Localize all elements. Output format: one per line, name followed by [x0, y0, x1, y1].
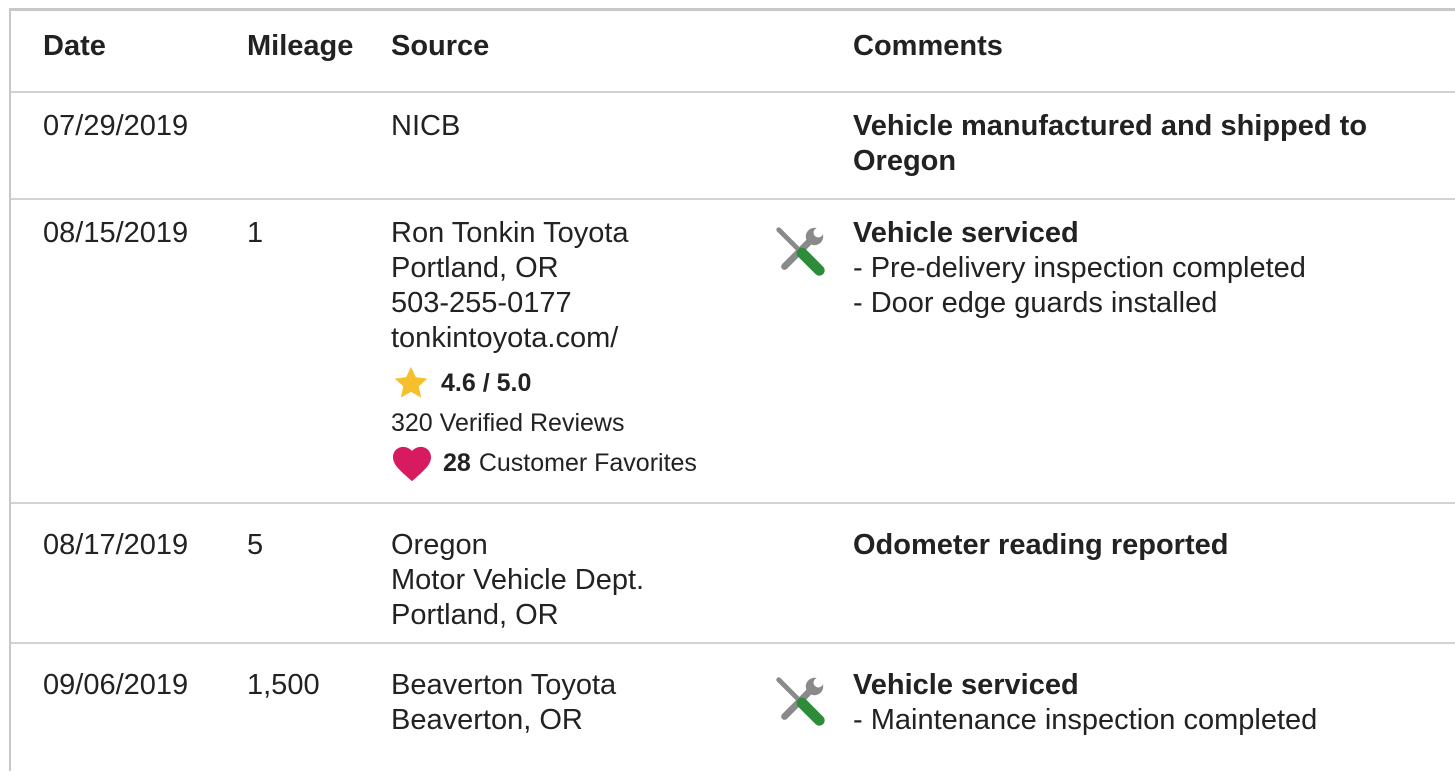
table-row: 08/17/2019 5 Oregon Motor Vehicle Dept. … [11, 504, 1455, 644]
source-line: Portland, OR [391, 599, 559, 631]
vehicle-history-table: Date Mileage Source Comments 07/29/2019 … [9, 8, 1455, 771]
dealer-rating: 4.6 / 5.0 [391, 364, 697, 402]
row-mileage: 5 [247, 529, 264, 561]
comment-item: Pre-delivery inspection completed [853, 251, 1306, 286]
row-source: Beaverton Toyota Beaverton, OR [391, 668, 616, 738]
favorites-label: Customer Favorites [478, 449, 697, 477]
source-line: NICB [391, 110, 461, 142]
star-icon [394, 366, 428, 398]
table-row: 08/15/2019 1 Ron Tonkin Toyota Portland,… [11, 200, 1455, 504]
row-comments: Vehicle serviced Pre-delivery inspection… [853, 216, 1306, 321]
header-source: Source [391, 30, 490, 62]
row-source: Ron Tonkin Toyota Portland, OR 503-255-0… [391, 216, 697, 482]
dealer-phone[interactable]: 503-255-0177 [391, 286, 697, 321]
dealer-name: Beaverton Toyota [391, 669, 617, 701]
row-date: 08/17/2019 [43, 529, 189, 561]
wrench-screwdriver-icon [776, 227, 825, 276]
heart-icon [393, 446, 431, 482]
row-mileage: 1 [247, 217, 264, 249]
row-comments: Vehicle serviced Maintenance inspection … [853, 668, 1317, 738]
customer-favorites: 28 Customer Favorites [391, 444, 697, 482]
header-date: Date [43, 30, 106, 62]
comment-title: Odometer reading reported [853, 529, 1229, 561]
row-mileage: 1,500 [247, 669, 320, 701]
row-source: NICB [391, 109, 460, 144]
comment-title: Vehicle manufactured and shipped to Oreg… [853, 110, 1368, 177]
row-date: 07/29/2019 [43, 110, 189, 142]
comment-title: Vehicle serviced [853, 217, 1079, 249]
favorites-count: 28 [443, 449, 471, 477]
header-mileage: Mileage [247, 30, 354, 62]
verified-reviews-link[interactable]: 320 Verified Reviews [391, 408, 697, 438]
row-source: Oregon Motor Vehicle Dept. Portland, OR [391, 528, 644, 633]
comment-item: Maintenance inspection completed [853, 703, 1318, 738]
table-row: 09/06/2019 1,500 Beaverton Toyota Beaver… [11, 644, 1455, 784]
dealer-location: Portland, OR [391, 252, 559, 284]
table-header-row: Date Mileage Source Comments [11, 11, 1455, 93]
comment-item: Door edge guards installed [853, 286, 1306, 321]
row-date: 09/06/2019 [43, 669, 189, 701]
dealer-location: Beaverton, OR [391, 704, 583, 736]
source-line: Motor Vehicle Dept. [391, 564, 645, 596]
wrench-screwdriver-icon [776, 677, 825, 726]
header-comments: Comments [853, 30, 1003, 62]
comment-title: Vehicle serviced [853, 669, 1079, 701]
dealer-name: Ron Tonkin Toyota [391, 217, 629, 249]
dealer-website-link[interactable]: tonkintoyota.com/ [391, 321, 697, 356]
table-row: 07/29/2019 NICB Vehicle manufactured and… [11, 93, 1455, 200]
row-date: 08/15/2019 [43, 217, 189, 249]
source-line: Oregon [391, 529, 488, 561]
rating-value: 4.6 / 5.0 [441, 369, 532, 397]
